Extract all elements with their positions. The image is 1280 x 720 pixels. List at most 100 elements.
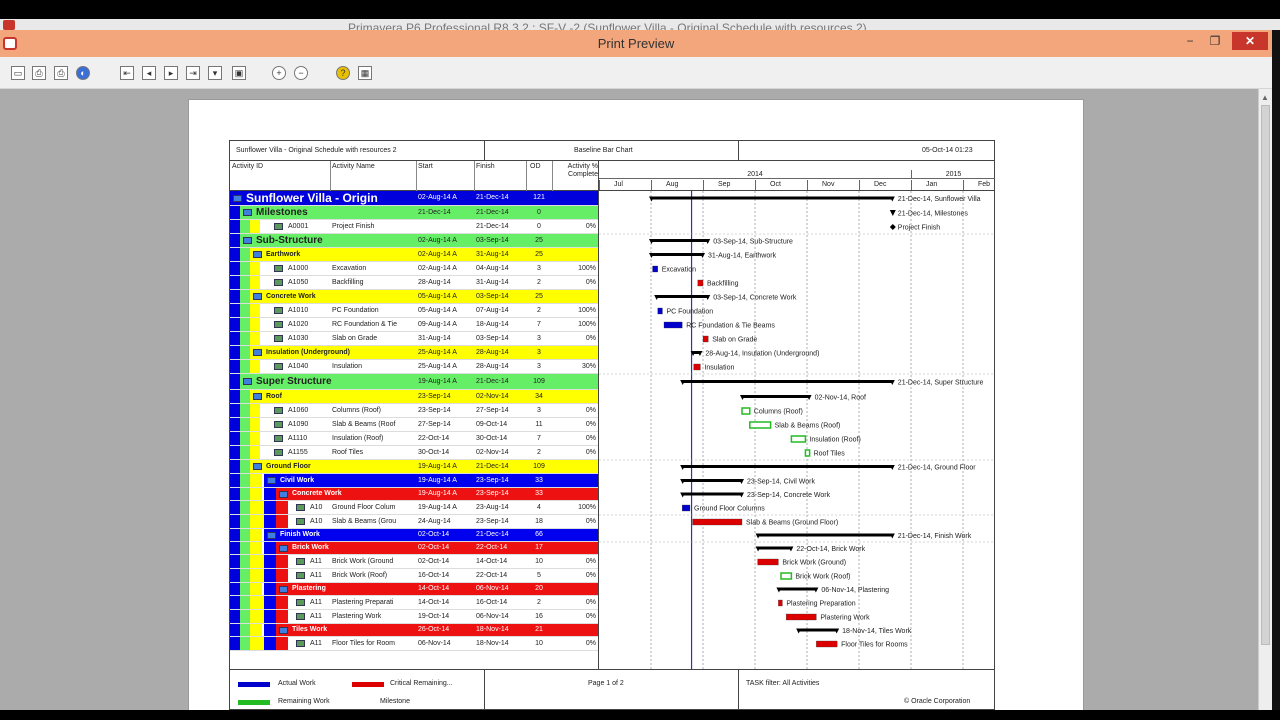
scrollbar-thumb[interactable] xyxy=(1261,105,1270,645)
percent-complete: 100% xyxy=(578,321,596,328)
wbs-indent-strip xyxy=(276,515,288,528)
start-date: 24-Aug-14 xyxy=(418,518,451,525)
activity-icon xyxy=(296,572,305,579)
zoom-out-icon[interactable]: − xyxy=(294,66,308,80)
activity-row: A1110 Insulation (Roof) 22-Oct-14 30-Oct-14… xyxy=(230,432,598,446)
wbs-indent-strip xyxy=(250,474,262,487)
original-duration: 25 xyxy=(535,251,543,258)
options-icon[interactable]: ▦ xyxy=(358,66,372,80)
finish-date: 22-Oct-14 xyxy=(476,572,508,579)
activity-id: A11 xyxy=(310,572,322,579)
wbs-name: Sunflower Villa - Origin xyxy=(246,191,378,205)
activity-row: A1010 PC Foundation 05-Aug-14 A 07-Aug-14 2 1… xyxy=(230,304,598,318)
finish-date: 31-Aug-14 xyxy=(476,251,509,258)
print-preview-titlebar[interactable]: Print Preview − ❐ ✕ xyxy=(0,30,1272,57)
start-date: 25-Aug-14 A xyxy=(418,363,457,370)
maximize-button[interactable]: ❐ xyxy=(1205,32,1225,50)
finish-date: 30-Oct-14 xyxy=(476,435,508,442)
remaining-bar xyxy=(790,435,807,443)
finish-date: 16-Oct-14 xyxy=(476,599,508,606)
print-setup-icon[interactable]: ⎙ xyxy=(32,66,46,80)
wbs-indent-strip xyxy=(250,488,262,500)
percent-complete: 0% xyxy=(585,518,596,525)
milestone-summary-marker xyxy=(889,210,896,216)
original-duration: 4 xyxy=(537,504,541,511)
wbs-indent-strip xyxy=(250,583,262,595)
activity-id: A11 xyxy=(310,599,322,606)
scroll-up-icon[interactable]: ▲ xyxy=(1261,93,1269,102)
original-duration: 17 xyxy=(535,544,543,551)
wbs-indent-strip xyxy=(264,583,276,595)
wbs-indent-strip xyxy=(264,515,276,528)
wbs-name: Sub-Structure xyxy=(256,235,323,246)
close-button[interactable]: ✕ xyxy=(1232,32,1268,50)
page-setup-icon[interactable]: ▭ xyxy=(11,66,25,80)
finish-date: 21-Dec-14 xyxy=(476,209,509,216)
activity-icon xyxy=(296,558,305,565)
month-label: Jan xyxy=(911,180,963,190)
col-activity-name: Activity Name xyxy=(332,163,375,170)
activity-name: Project Finish xyxy=(332,223,375,230)
activity-icon xyxy=(296,504,305,511)
remaining-bar xyxy=(741,407,751,415)
activity-name: PC Foundation xyxy=(332,307,379,314)
activity-icon xyxy=(274,279,283,286)
percent-complete: 0% xyxy=(585,613,596,620)
report-footer: Actual Work Critical Remaining... Remain… xyxy=(230,669,994,710)
wbs-indent-strip xyxy=(250,501,264,514)
wbs-indent-strip xyxy=(250,624,262,636)
wbs-indent-strip xyxy=(250,515,264,528)
primavera-app-icon xyxy=(3,20,15,30)
activity-name: Roof Tiles xyxy=(332,449,364,456)
col-divider xyxy=(552,161,553,191)
footer-divider xyxy=(484,670,485,710)
original-duration: 25 xyxy=(535,237,543,244)
activity-id: A1050 xyxy=(288,279,309,286)
minimize-button[interactable]: − xyxy=(1180,32,1200,50)
wbs-row: Finish Work 02-Oct-14 21-Dec-14 66 xyxy=(230,529,598,542)
start-date: 05-Aug-14 A xyxy=(418,307,457,314)
gantt-chart: 21-Dec-14, Sunflower Villa 21-Dec-14, Mil… xyxy=(598,191,994,669)
wbs-name: Concrete Work xyxy=(292,490,342,497)
vertical-scrollbar[interactable]: ▲ xyxy=(1258,89,1272,710)
year-2015: 2015 xyxy=(911,170,995,179)
help-icon[interactable]: ? xyxy=(336,66,350,80)
percent-complete: 0% xyxy=(585,335,596,342)
activity-name: Brick Work (Ground xyxy=(332,558,394,565)
start-date: 14-Oct-14 xyxy=(418,585,450,592)
finish-date: 09-Oct-14 xyxy=(476,421,508,428)
original-duration: 3 xyxy=(537,265,541,272)
month-label: Nov xyxy=(807,180,859,190)
activity-name: Ground Floor Colum xyxy=(332,504,396,511)
original-duration: 7 xyxy=(537,321,541,328)
report-project-title: Sunflower Villa - Original Schedule with… xyxy=(236,147,397,154)
wbs-icon xyxy=(253,293,262,300)
bar-label: 28-Aug-14, Insulation (Underground) xyxy=(705,351,819,358)
publish-icon[interactable]: ◐ xyxy=(76,66,90,80)
bar-label: Brick Work (Ground) xyxy=(782,560,846,567)
first-page-icon[interactable]: ⇤ xyxy=(120,66,134,80)
last-page-icon[interactable]: ⇥ xyxy=(186,66,200,80)
start-date: 06-Nov-14 xyxy=(418,640,451,647)
activity-row: A1000 Excavation 02-Aug-14 A 04-Aug-14 3 100% xyxy=(230,262,598,276)
bar-label: 23-Sep-14, Concrete Work xyxy=(747,492,831,499)
wbs-indent-strip xyxy=(250,610,264,623)
wbs-icon xyxy=(253,393,262,400)
activity-row: A1050 Backfilling 28-Aug-14 31-Aug-14 2 0% xyxy=(230,276,598,290)
activity-id: A10 xyxy=(310,518,323,525)
wbs-indent-strip xyxy=(264,542,276,554)
page-down-icon[interactable]: ▾ xyxy=(208,66,222,80)
wbs-name: Civil Work xyxy=(280,477,315,484)
start-date: 02-Aug-14 A xyxy=(418,237,457,244)
next-page-icon[interactable]: ▸ xyxy=(164,66,178,80)
previous-page-icon[interactable]: ◂ xyxy=(142,66,156,80)
actual-bar xyxy=(657,307,663,315)
full-page-icon[interactable]: ▣ xyxy=(232,66,246,80)
finish-date: 07-Aug-14 xyxy=(476,307,509,314)
activity-id: A1030 xyxy=(288,335,309,342)
print-icon[interactable]: ⎙ xyxy=(54,66,68,80)
activity-icon xyxy=(274,407,283,414)
report-header: Sunflower Villa - Original Schedule with… xyxy=(230,141,994,161)
zoom-in-icon[interactable]: + xyxy=(272,66,286,80)
start-date: 19-Aug-14 A xyxy=(418,504,457,511)
